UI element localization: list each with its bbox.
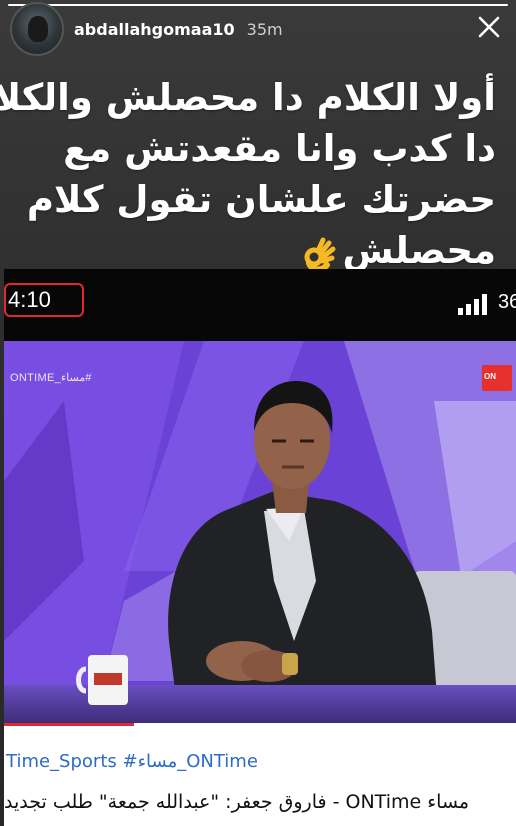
avatar[interactable]: [10, 2, 64, 56]
video-progress-line[interactable]: [4, 723, 134, 726]
video-title[interactable]: مساء ONTime - فاروق جعفر: "عبدالله جمعة"…: [4, 791, 516, 813]
caption-line: دا كدب وانا مقعدتش مع: [63, 127, 496, 170]
signal-bars-icon: [458, 294, 487, 315]
caption-line: حضرتك علشان تقول كلام: [26, 178, 496, 221]
story-caption: أولا الكلام دا محصلش والكلام دا كدب وانا…: [0, 72, 496, 276]
signal-text: 36: [498, 291, 516, 313]
story-viewer[interactable]: abdallahgomaa10 35m أولا الكلام دا محصلش…: [0, 0, 516, 826]
embedded-screenshot: 4:10 36 ONTIME_مساء# ON Time_Sports #مسا…: [4, 269, 516, 826]
caption-line: محصلش: [342, 229, 496, 272]
username[interactable]: abdallahgomaa10: [74, 20, 235, 39]
close-icon[interactable]: [476, 14, 502, 40]
clock: 4:10: [8, 287, 51, 312]
video-frame[interactable]: ONTIME_مساء# ON: [4, 341, 516, 723]
ok-hand-icon: [301, 235, 337, 272]
phone-status-bar: 4:10 36: [4, 269, 516, 341]
story-header: abdallahgomaa10 35m: [10, 2, 506, 56]
mug-icon: [76, 655, 128, 705]
video-hashtags[interactable]: Time_Sports #مساء_ONTime: [6, 751, 258, 772]
timestamp: 35m: [246, 19, 283, 39]
caption-line: أولا الكلام دا محصلش والكلام: [0, 76, 496, 119]
